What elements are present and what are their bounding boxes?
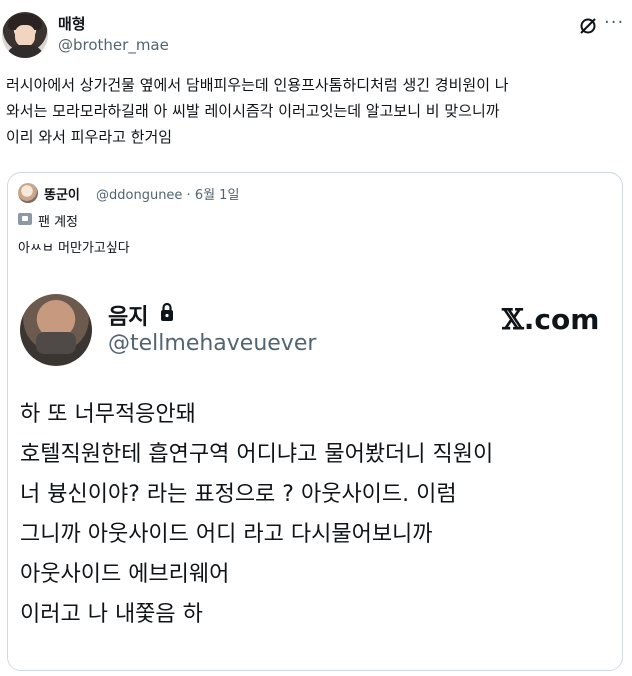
quote-text: 아ㅆㅂ 머만가고싶다 — [18, 241, 130, 256]
author-name[interactable]: 매형 — [58, 13, 86, 34]
card-avatar — [20, 294, 92, 366]
post-text: 러시아에서 상가건물 옆에서 담배피우는데 인용프사톰하디처럼 생긴 경비원이 … — [6, 72, 618, 150]
card-text-line: 호텔직원한테 흡연구역 어디냐고 물어봤더니 직원이 — [20, 442, 494, 467]
card-text-line: 이러고 나 내쫓음 하 — [20, 602, 203, 627]
quoted-post[interactable]: 똥군이 @ddongunee · 6월 1일 팬 계정 아ㅆㅂ 머만가고싶다 음… — [7, 172, 623, 671]
post-text-line: 러시아에서 상가건물 옆에서 담배피우는데 인용프사톰하디처럼 생긴 경비원이 … — [6, 76, 509, 94]
card-name: 음지 — [108, 305, 149, 330]
x-com-logo: 𝕏.com — [502, 303, 599, 336]
card-text-line: 아웃사이드 에브리웨어 — [20, 562, 230, 587]
author-avatar[interactable] — [2, 12, 48, 58]
quote-avatar[interactable] — [18, 183, 38, 203]
quote-image-card[interactable]: 음지 @tellmehaveuever 𝕏.com 하 또 너무적응안돼 호텔직… — [8, 269, 622, 670]
post-text-line: 와서는 모라모라하길래 아 씨발 레이시즘각 이러고잇는데 알고보니 비 맞으니… — [6, 102, 500, 120]
avatar-shirt — [6, 45, 44, 58]
card-text-line: 하 또 너무적응안돼 — [20, 402, 196, 427]
more-icon[interactable]: ··· — [604, 12, 624, 33]
avatar-face — [15, 25, 35, 47]
fan-account-label: 팬 계정 — [38, 215, 79, 230]
author-handle[interactable]: @brother_mae — [58, 36, 169, 54]
x-com-label: .com — [523, 303, 600, 336]
lock-icon — [161, 302, 173, 321]
card-text: 하 또 너무적응안돼 호텔직원한테 흡연구역 어디냐고 물어봤더니 직원이 너 … — [20, 395, 610, 635]
quote-author-name[interactable]: 똥군이 — [44, 184, 80, 203]
card-text-line: 그니까 아웃사이드 어디 라고 다시물어보니까 — [20, 522, 433, 547]
x-logo-icon: 𝕏 — [502, 303, 524, 336]
card-text-line: 너 븅신이야? 라는 표정으로 ? 아웃사이드. 이럼 — [20, 482, 457, 507]
grok-icon[interactable] — [578, 16, 598, 36]
avatar-mask — [36, 332, 76, 354]
post-text-line: 이리 와서 피우라고 한거임 — [6, 128, 173, 146]
quote-author-handle: @ddongunee · 6월 1일 — [96, 188, 240, 203]
fan-account-icon — [18, 213, 32, 225]
card-handle: @tellmehaveuever — [108, 331, 317, 356]
